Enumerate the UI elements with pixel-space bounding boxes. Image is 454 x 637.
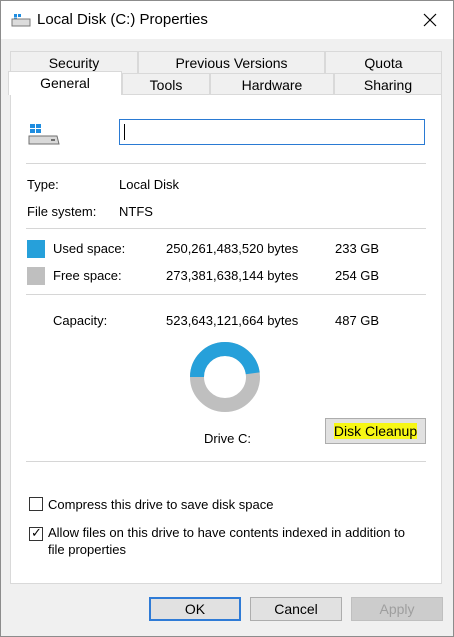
checkmark-icon: ✓ bbox=[31, 525, 42, 540]
free-space-bytes: 273,381,638,144 bytes bbox=[166, 268, 299, 283]
windows-drive-icon bbox=[28, 124, 60, 145]
type-label: Type: bbox=[27, 177, 59, 192]
usage-donut-chart bbox=[190, 342, 260, 412]
tab-sharing[interactable]: Sharing bbox=[334, 73, 442, 95]
title-bar: Local Disk (C:) Properties bbox=[1, 1, 453, 39]
tab-general[interactable]: General bbox=[8, 71, 122, 95]
close-icon bbox=[423, 13, 437, 27]
tab-tools[interactable]: Tools bbox=[122, 73, 210, 95]
window-title: Local Disk (C:) Properties bbox=[37, 11, 208, 28]
general-panel: Type: Local Disk File system: NTFS Used … bbox=[10, 94, 442, 584]
tab-quota[interactable]: Quota bbox=[325, 51, 442, 73]
used-space-bytes: 250,261,483,520 bytes bbox=[166, 241, 299, 256]
index-checkbox[interactable]: ✓ bbox=[29, 525, 43, 541]
text-caret bbox=[124, 124, 125, 140]
index-label-line2: file properties bbox=[48, 542, 127, 557]
tab-security[interactable]: Security bbox=[10, 51, 138, 73]
divider bbox=[26, 461, 426, 462]
index-label-line1: Allow files on this drive to have conten… bbox=[48, 525, 405, 540]
disk-cleanup-button[interactable]: Disk Cleanup bbox=[325, 418, 426, 444]
capacity-bytes: 523,643,121,664 bytes bbox=[166, 313, 299, 328]
tab-hardware[interactable]: Hardware bbox=[210, 73, 334, 95]
free-space-swatch bbox=[27, 267, 45, 285]
drive-name-input[interactable] bbox=[119, 119, 425, 145]
disk-cleanup-label: Disk Cleanup bbox=[333, 423, 418, 439]
close-button[interactable] bbox=[407, 1, 453, 39]
divider bbox=[26, 228, 426, 229]
apply-button[interactable]: Apply bbox=[351, 597, 443, 621]
file-system-label: File system: bbox=[27, 204, 97, 219]
capacity-size: 487 GB bbox=[335, 313, 380, 328]
drive-caption: Drive C: bbox=[204, 431, 251, 446]
used-space-size: 233 GB bbox=[335, 241, 380, 256]
tab-previous-versions[interactable]: Previous Versions bbox=[138, 51, 325, 73]
divider bbox=[26, 163, 426, 164]
capacity-label: Capacity: bbox=[53, 313, 108, 328]
compress-label: Compress this drive to save disk space bbox=[48, 497, 274, 512]
cancel-button[interactable]: Cancel bbox=[250, 597, 342, 621]
free-space-label: Free space: bbox=[53, 268, 122, 283]
free-space-size: 254 GB bbox=[335, 268, 380, 283]
properties-window: Local Disk (C:) Properties Security Prev… bbox=[0, 0, 454, 637]
drive-icon bbox=[11, 14, 31, 27]
ok-button[interactable]: OK bbox=[149, 597, 241, 621]
file-system-value: NTFS bbox=[119, 204, 153, 219]
used-space-label: Used space: bbox=[53, 241, 126, 256]
compress-checkbox[interactable] bbox=[29, 497, 43, 511]
type-value: Local Disk bbox=[119, 177, 179, 192]
used-space-swatch bbox=[27, 240, 45, 258]
divider bbox=[26, 294, 426, 295]
